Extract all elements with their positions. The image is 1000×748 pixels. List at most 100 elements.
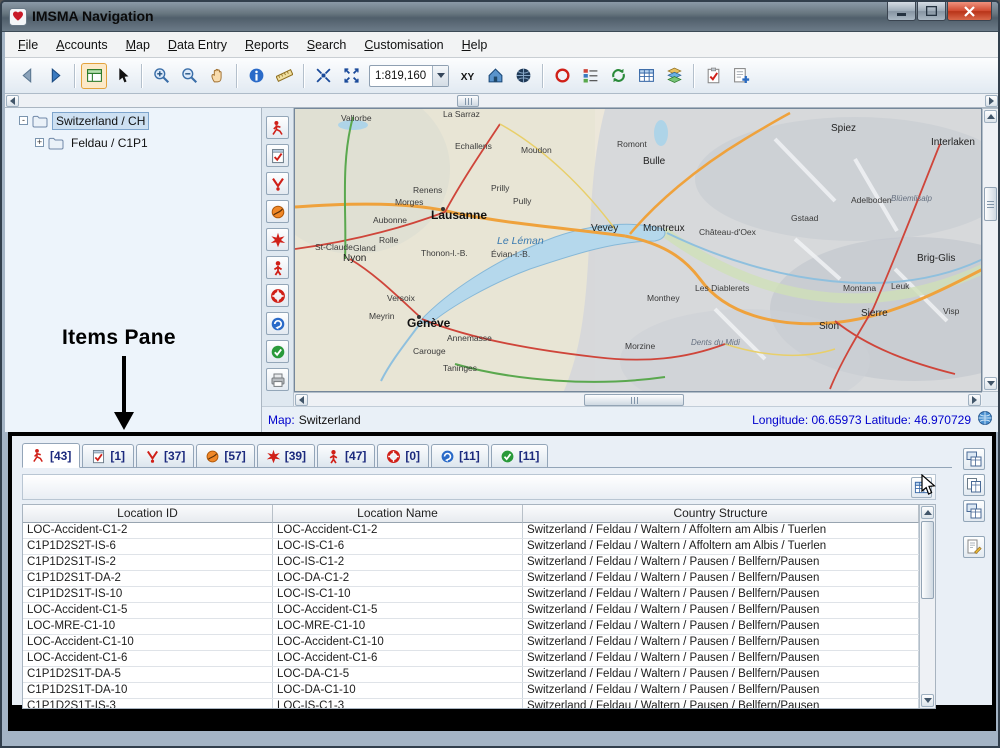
explosion-tool-button[interactable] bbox=[266, 228, 289, 251]
archive-tool-button[interactable] bbox=[266, 368, 289, 391]
hazard-reduction-tool-button[interactable] bbox=[266, 144, 289, 167]
scrollbar-thumb[interactable] bbox=[584, 394, 684, 406]
assistance-tool-button[interactable] bbox=[266, 284, 289, 307]
table-row[interactable]: C1P1D2S1T-IS-3LOC-IS-C1-3Switzerland / F… bbox=[23, 699, 919, 709]
back-button[interactable] bbox=[14, 63, 40, 89]
table-row[interactable]: C1P1D2S1T-DA-5LOC-DA-C1-5Switzerland / F… bbox=[23, 667, 919, 683]
draw-circle-button[interactable] bbox=[549, 63, 575, 89]
table-row[interactable]: C1P1D2S1T-DA-10LOC-DA-C1-10Switzerland /… bbox=[23, 683, 919, 699]
table-row[interactable]: C1P1D2S1T-DA-2LOC-DA-C1-2Switzerland / F… bbox=[23, 571, 919, 587]
open-in-window-icon bbox=[966, 451, 982, 467]
tree-node-label-feldau[interactable]: Feldau / C1P1 bbox=[68, 135, 151, 151]
map-vertical-scrollbar[interactable] bbox=[982, 108, 999, 392]
tab-explosion[interactable]: [39] bbox=[257, 444, 315, 467]
column-header-country-structure[interactable]: Country Structure bbox=[523, 505, 919, 523]
zoom-out-button[interactable] bbox=[176, 63, 202, 89]
pan-button[interactable] bbox=[204, 63, 230, 89]
map-horizontal-scrollbar[interactable] bbox=[294, 392, 982, 406]
menu-customisation[interactable]: Customisation bbox=[355, 35, 452, 55]
scroll-right-arrow[interactable] bbox=[968, 394, 981, 406]
menu-file[interactable]: File bbox=[9, 35, 47, 55]
column-header-location-name[interactable]: Location Name bbox=[273, 505, 523, 523]
horizontal-scrollbar-top[interactable] bbox=[5, 94, 999, 108]
menu-reports[interactable]: Reports bbox=[236, 35, 298, 55]
scrollbar-thumb[interactable] bbox=[457, 95, 479, 107]
tab-qm[interactable]: [11] bbox=[431, 444, 489, 467]
mre-tool-button[interactable] bbox=[266, 172, 289, 195]
completed-tool-button[interactable] bbox=[266, 340, 289, 363]
qm-tool-button[interactable] bbox=[266, 312, 289, 335]
minimize-button[interactable] bbox=[887, 2, 916, 21]
combobox-arrow-icon[interactable] bbox=[432, 66, 448, 86]
scroll-right-arrow[interactable] bbox=[985, 95, 998, 107]
title-bar[interactable]: IMSMA Navigation bbox=[2, 2, 998, 32]
menu-search[interactable]: Search bbox=[298, 35, 356, 55]
menu-map[interactable]: Map bbox=[117, 35, 159, 55]
table-row[interactable]: C1P1D2S2T-IS-6LOC-IS-C1-6Switzerland / F… bbox=[23, 539, 919, 555]
report-button[interactable] bbox=[963, 536, 985, 558]
legend-button[interactable] bbox=[577, 63, 603, 89]
tree-node-child[interactable]: + Feldau / C1P1 bbox=[5, 133, 261, 152]
tab-victim[interactable]: [47] bbox=[317, 444, 375, 467]
scroll-up-arrow[interactable] bbox=[921, 506, 934, 519]
tree-expand-handle[interactable]: + bbox=[35, 138, 44, 147]
copy-table-button[interactable] bbox=[963, 474, 985, 496]
checklist-button[interactable] bbox=[700, 63, 726, 89]
refresh-map-button[interactable] bbox=[605, 63, 631, 89]
tab-hazard[interactable]: [57] bbox=[196, 444, 254, 467]
attribute-table-button[interactable] bbox=[633, 63, 659, 89]
scroll-left-arrow[interactable] bbox=[295, 394, 308, 406]
scrollbar-thumb[interactable] bbox=[921, 521, 934, 599]
globe-button[interactable] bbox=[510, 63, 536, 89]
scroll-down-arrow[interactable] bbox=[984, 377, 997, 390]
forward-button[interactable] bbox=[42, 63, 68, 89]
zoom-in-button[interactable] bbox=[148, 63, 174, 89]
close-button[interactable] bbox=[947, 2, 992, 21]
accident-tool-button[interactable] bbox=[266, 116, 289, 139]
maximize-button[interactable] bbox=[917, 2, 946, 21]
scroll-up-arrow[interactable] bbox=[984, 110, 997, 123]
table-row[interactable]: C1P1D2S1T-IS-2LOC-IS-C1-2Switzerland / F… bbox=[23, 555, 919, 571]
menu-help[interactable]: Help bbox=[453, 35, 497, 55]
victim-icon bbox=[326, 449, 341, 464]
zoom-to-selection-button[interactable] bbox=[310, 63, 336, 89]
scroll-down-arrow[interactable] bbox=[921, 694, 934, 707]
show-navigation-window-button[interactable] bbox=[81, 63, 107, 89]
column-header-location-id[interactable]: Location ID bbox=[23, 505, 273, 523]
map-view[interactable]: VallorbeLa SarrazEchallensMoudonRomontBu… bbox=[294, 108, 982, 392]
scroll-left-arrow[interactable] bbox=[6, 95, 19, 107]
table-row[interactable]: LOC-Accident-C1-5LOC-Accident-C1-5Switze… bbox=[23, 603, 919, 619]
info-button[interactable] bbox=[243, 63, 269, 89]
tab-mre[interactable]: [37] bbox=[136, 444, 194, 467]
table-row[interactable]: LOC-Accident-C1-6LOC-Accident-C1-6Switze… bbox=[23, 651, 919, 667]
layers-button[interactable] bbox=[661, 63, 687, 89]
tab-hazard-reduction[interactable]: [1] bbox=[82, 444, 134, 467]
table-row[interactable]: LOC-MRE-C1-10LOC-MRE-C1-10Switzerland / … bbox=[23, 619, 919, 635]
victim-tool-button[interactable] bbox=[266, 256, 289, 279]
table-row[interactable]: LOC-Accident-C1-10LOC-Accident-C1-10Swit… bbox=[23, 635, 919, 651]
scrollbar-thumb[interactable] bbox=[984, 187, 997, 221]
tab-completed[interactable]: [11] bbox=[491, 444, 549, 467]
table-row[interactable]: C1P1D2S1T-IS-10LOC-IS-C1-10Switzerland /… bbox=[23, 587, 919, 603]
open-in-window-button[interactable] bbox=[963, 448, 985, 470]
overview-map-button[interactable] bbox=[482, 63, 508, 89]
tree-node-root[interactable]: - Switzerland / CH bbox=[5, 111, 261, 130]
measure-button[interactable] bbox=[271, 63, 297, 89]
table-cell: LOC-MRE-C1-10 bbox=[273, 619, 523, 634]
scale-combobox[interactable]: 1:819,160 bbox=[369, 65, 449, 87]
menu-data-entry[interactable]: Data Entry bbox=[159, 35, 236, 55]
hazard-tool-button[interactable] bbox=[266, 200, 289, 223]
tab-assistance[interactable]: [0] bbox=[377, 444, 429, 467]
new-record-button[interactable] bbox=[728, 63, 754, 89]
table-row[interactable]: LOC-Accident-C1-2LOC-Accident-C1-2Switze… bbox=[23, 523, 919, 539]
tab-accident[interactable]: [43] bbox=[22, 443, 80, 468]
tree-collapse-handle[interactable]: - bbox=[19, 116, 28, 125]
show-columns-button[interactable] bbox=[911, 477, 932, 498]
tree-node-label-switzerland[interactable]: Switzerland / CH bbox=[52, 112, 149, 130]
table-vertical-scrollbar[interactable] bbox=[919, 505, 935, 708]
xy-button[interactable]: XY bbox=[454, 63, 480, 89]
full-extent-button[interactable] bbox=[338, 63, 364, 89]
menu-accounts[interactable]: Accounts bbox=[47, 35, 116, 55]
export-table-button[interactable] bbox=[963, 500, 985, 522]
select-tool-button[interactable] bbox=[109, 63, 135, 89]
